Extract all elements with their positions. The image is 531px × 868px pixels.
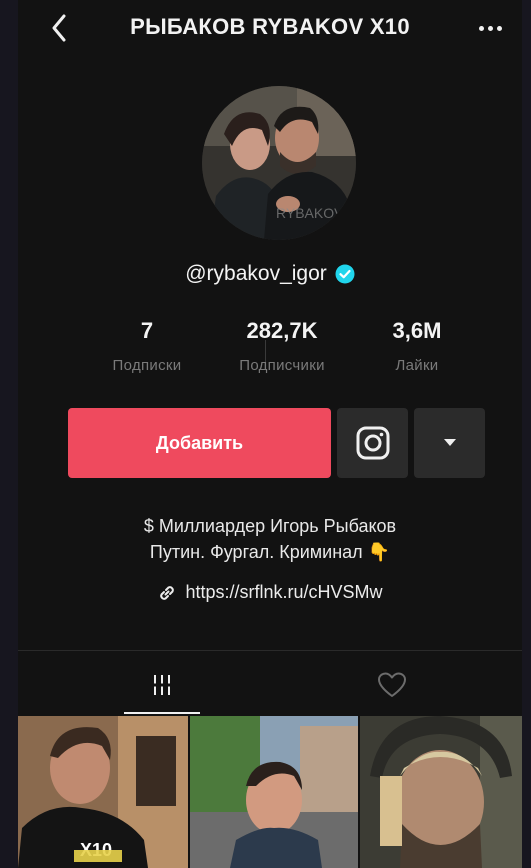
- instagram-button[interactable]: [337, 408, 408, 478]
- active-tab-indicator: [124, 712, 200, 714]
- profile-screen: РЫБАКОВ RYBAKOV X10 RYBAKOV @rybakov_igo…: [18, 0, 522, 868]
- followers-count: 282,7K: [246, 318, 318, 343]
- tab-videos[interactable]: [118, 660, 206, 710]
- grid-icon: [151, 675, 173, 695]
- likes-count: 3,6M: [392, 318, 442, 343]
- following-label: Подписки: [112, 357, 182, 374]
- caret-down-icon: [443, 439, 456, 446]
- verified-badge-icon: [335, 264, 355, 284]
- page-title: РЫБАКОВ RYBAKOV X10: [130, 14, 410, 39]
- bio-line-2: Путин. Фургал. Криминал 👇: [149, 542, 391, 562]
- username: @rybakov_igor: [185, 262, 327, 285]
- tabs-divider: [18, 650, 522, 651]
- bio-line-1: $ Миллиардер Игорь Рыбаков: [143, 516, 397, 536]
- side-margin-left: [0, 0, 18, 868]
- stat-likes[interactable]: 3,6M Лайки: [350, 318, 484, 374]
- bio-link-text[interactable]: https://srflnk.ru/cHVSMw: [185, 582, 382, 603]
- followers-label: Подписчики: [239, 357, 325, 374]
- follow-button[interactable]: Добавить: [68, 408, 331, 478]
- heart-icon: [378, 672, 406, 697]
- back-button[interactable]: [44, 12, 74, 44]
- likes-label: Лайки: [395, 357, 439, 374]
- suggested-accounts-button[interactable]: [414, 408, 485, 478]
- following-count: 7: [140, 318, 154, 343]
- profile-stats: 7 Подписки 282,7K Подписчики 3,6M Лайки: [80, 318, 484, 388]
- more-options-button[interactable]: [470, 12, 510, 44]
- stat-followers[interactable]: 282,7K Подписчики: [215, 318, 349, 374]
- header: РЫБАКОВ RYBAKOV X10: [18, 0, 522, 56]
- avatar-watermark: RYBAKOV: [276, 205, 344, 221]
- video-thumbnail[interactable]: [190, 716, 358, 868]
- back-arrow-icon: [52, 14, 66, 42]
- handle-row: @rybakov_igor: [18, 262, 522, 286]
- video-grid: X10: [18, 716, 522, 868]
- tab-liked[interactable]: [348, 660, 436, 710]
- stat-following[interactable]: 7 Подписки: [80, 318, 214, 374]
- link-icon: [160, 585, 175, 600]
- bio: $ Миллиардер Игорь Рыбаков Путин. Фургал…: [18, 513, 522, 565]
- avatar[interactable]: RYBAKOV: [202, 86, 356, 240]
- instagram-icon: [356, 426, 389, 460]
- video-thumbnail[interactable]: [360, 716, 522, 868]
- more-dots-icon: [478, 25, 484, 31]
- side-margin-right: [522, 0, 531, 868]
- video-thumbnail[interactable]: X10: [18, 716, 188, 868]
- bio-link[interactable]: https://srflnk.ru/cHVSMw: [18, 582, 522, 603]
